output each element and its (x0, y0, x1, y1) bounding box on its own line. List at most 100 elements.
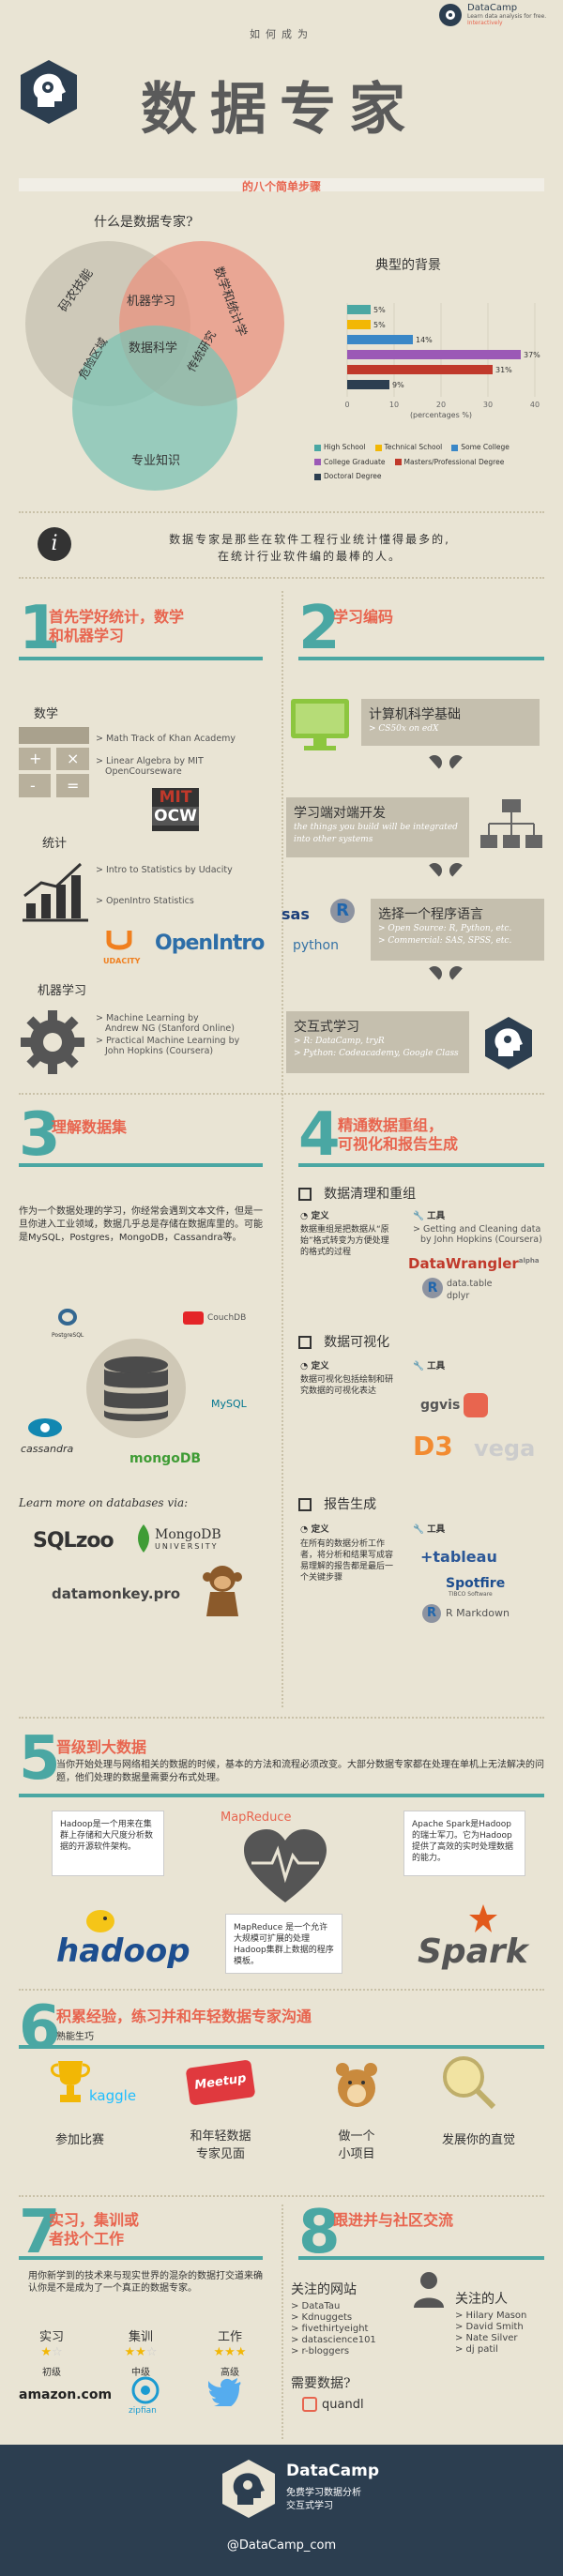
footer-handle[interactable]: @DataCamp_com (0, 2538, 563, 2553)
x-tick-label: 20 (436, 401, 446, 409)
people-list: > Hilary Mason > David Smith > Nate Silv… (455, 2311, 526, 2356)
ocw-text: OCW (152, 807, 199, 826)
language-box: 选择一个程序语言 > Open Source: R, Python, etc. … (371, 899, 544, 961)
quandl-logo[interactable]: quandl (302, 2397, 364, 2412)
bar (347, 350, 521, 359)
interactive-python[interactable]: > Python: Codeacademy, Google Class (294, 1048, 462, 1060)
site-item[interactable]: > Kdnuggets (291, 2312, 376, 2324)
brand-logo-top[interactable]: DataCamp Learn data analysis for free. I… (439, 2, 561, 28)
sqlzoo-logo[interactable]: SQLzoo (33, 1529, 114, 1553)
step6-title: 积累经验，练习并和年轻数据专家沟通 (56, 2008, 312, 2025)
footer-line1: 免费学习数据分析 (286, 2488, 361, 2498)
language-commercial: > Commercial: SAS, SPSS, etc. (378, 936, 512, 946)
hadoop-box: Hadoop是一个用来在集群上存储和大尺度分析数据的开源软件架构。 (52, 1811, 164, 1876)
person-item[interactable]: > dj patil (455, 2344, 526, 2356)
wrangling-course[interactable]: > Getting and Cleaning data by John Hopk… (413, 1224, 542, 1245)
monkey-icon (203, 1566, 242, 1616)
interactive-r[interactable]: > R: DataCamp, tryR (294, 1036, 462, 1048)
mongodb-university-logo[interactable]: MongoDB UNIVERSITY (136, 1524, 221, 1553)
venn-label: 专业知识 (131, 453, 180, 468)
person-item[interactable]: > David Smith (455, 2322, 526, 2333)
wrangling-def-label: ◔ 定义 (300, 1211, 329, 1221)
site-item[interactable]: > r-bloggers (291, 2346, 376, 2357)
brand-tagline2: Interactively (467, 20, 503, 26)
svg-text:=: = (67, 777, 79, 795)
step3-text: 作为一个数据处理的学习，你经常会遇到文本文件，但是一旦你进入工业领域，数据几乎总… (19, 1206, 263, 1243)
zipfian-label: zipfian (129, 2406, 157, 2416)
mysql-logo: MySQL (211, 1398, 247, 1410)
quote: 数据专家是那些在软件工程行业统计懂得最多的, 在统计行业软件编的最棒的人。 (84, 531, 535, 565)
math-title: 数学 (34, 707, 59, 721)
venn-question: 什么是数据专家? (94, 215, 193, 230)
ml-resource-1-line1: > Machine Learning by (96, 1013, 199, 1023)
footer-line2: 交互式学习 (286, 2501, 333, 2511)
brand-tagline: Learn data analysis for free. (467, 13, 547, 20)
bar (347, 305, 371, 314)
stats-resource-1[interactable]: > Intro to Statistics by Udacity (96, 865, 233, 875)
postgresql-label: PostgreSQL (52, 1332, 84, 1339)
math-resource-2-line2: OpenCourseware (105, 766, 182, 777)
mapreduce-label: MapReduce (221, 1811, 292, 1825)
r-logo: R (422, 1278, 443, 1298)
step5-title: 晋级到大数据 (56, 1738, 147, 1756)
checkbox-icon (298, 1187, 312, 1201)
step4-title: 精通数据重组， 可视化和报告生成 (338, 1116, 458, 1154)
math-resource-2[interactable]: > Linear Algebra by MIT OpenCourseware (96, 756, 204, 777)
dplyr-label: dplyr (447, 1291, 470, 1301)
gear-icon (21, 1010, 84, 1074)
data-title: 需要数据? (291, 2376, 351, 2391)
wrangling-title: 数据清理和重组 (324, 1187, 417, 1202)
column-divider (282, 591, 283, 1707)
viz-definition: 数据可视化包括绘制和研究数据的可视化表达 (300, 1375, 394, 1396)
legend-item: High School (314, 441, 366, 454)
step1-title: 首先学好统计，数学 和机器学习 (49, 608, 184, 645)
cs-basics-title: 计算机科学基础 (369, 707, 461, 722)
ml-resource-1[interactable]: > Machine Learning by Andrew NG (Stanfor… (96, 1013, 235, 1034)
site-item[interactable]: > DataTau (291, 2301, 376, 2312)
wrangling-tool-label: 🔧 工具 (413, 1211, 446, 1221)
person-item[interactable]: > Nate Silver (455, 2333, 526, 2344)
legend-label: High School (324, 443, 366, 451)
interactive-box: 交互式学习 > R: DataCamp, tryR > Python: Code… (286, 1011, 469, 1073)
ml-resource-2[interactable]: > Practical Machine Learning by John Hop… (96, 1036, 239, 1056)
couchdb-label: CouchDB (207, 1313, 247, 1323)
openintro-logo: OpenIntro (155, 932, 265, 955)
bar-value-label: 31% (495, 366, 512, 374)
footer: DataCamp 免费学习数据分析 交互式学习 @DataCamp_com (0, 2445, 563, 2576)
stars-advanced: ★★★ (213, 2345, 247, 2359)
bar-value-label: 5% (373, 306, 386, 314)
network-icon (480, 799, 542, 848)
viz-title: 数据可视化 (324, 1335, 390, 1350)
page-subtitle: 如何成为 (250, 28, 313, 40)
twitter-bird-icon (208, 2378, 241, 2406)
step6-item-compete: 参加比赛 (54, 2133, 104, 2147)
step6-item-meet-line1: 和年轻数据 (190, 2129, 251, 2144)
cs-basics-resource[interactable]: > CS50x on edX (369, 723, 532, 735)
legend-swatch (314, 473, 321, 480)
hamster-icon (336, 2063, 377, 2107)
level-beginner: 初级 (42, 2368, 61, 2378)
bar-value-label: 9% (392, 381, 404, 389)
stats-resource-2[interactable]: > OpenIntro Statistics (96, 896, 194, 906)
report-title: 报告生成 (324, 1497, 377, 1512)
tableau-logo: +tableau (420, 1548, 497, 1566)
x-tick-label: 10 (389, 401, 399, 409)
venn-diagram: 码农技能 数学和统计学 机器学习 数据科学 危险区域 传统研究 专业知识 (25, 241, 284, 491)
people-title: 关注的人 (455, 2292, 508, 2307)
ml-resource-1-line2: Andrew NG (Stanford Online) (105, 1023, 235, 1034)
math-resource-1[interactable]: > Math Track of Khan Academy (96, 734, 236, 744)
mapreduce-box: MapReduce 是一个允许大规模可扩展的处理Hadoop集群上数据的程序模板… (225, 1914, 342, 1974)
footer-brand: DataCamp (286, 2462, 380, 2480)
bar-value-label: 14% (416, 336, 433, 344)
site-item[interactable]: > datascience101 (291, 2335, 376, 2346)
language-open-source: > Open Source: R, Python, etc. (378, 924, 512, 933)
site-item[interactable]: > fivethirtyeight (291, 2324, 376, 2335)
person-item[interactable]: > Hilary Mason (455, 2311, 526, 2322)
arrow-down-icon (427, 863, 464, 884)
sas-logo: sas (282, 905, 310, 923)
interactive-title: 交互式学习 (294, 1020, 359, 1035)
datawrangler-logo: DataWrangleralpha (408, 1255, 540, 1272)
datamonkey-logo[interactable]: datamonkey.pro (52, 1585, 180, 1602)
cs-basics-box: 计算机科学基础 > CS50x on edX (361, 699, 540, 746)
svg-text:-: - (30, 777, 36, 795)
